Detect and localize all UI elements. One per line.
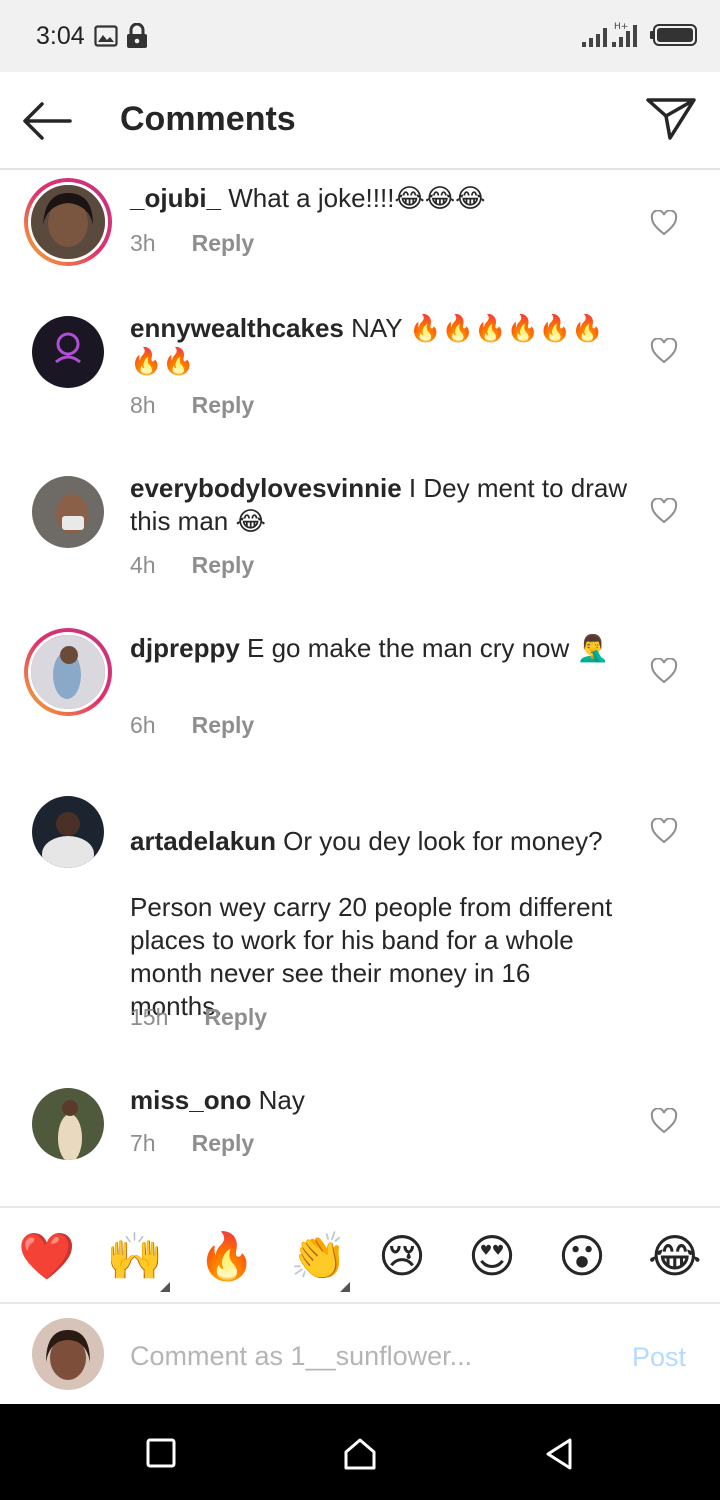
comment-text: miss_ono Nay	[130, 1084, 630, 1117]
emoji-clapping-hands[interactable]: 👏	[290, 1230, 347, 1282]
skin-tone-indicator	[160, 1282, 170, 1292]
comment-username[interactable]: miss_ono	[130, 1085, 251, 1115]
home-icon[interactable]	[340, 1434, 380, 1474]
comment-time: 15h	[130, 1004, 169, 1030]
like-heart-icon[interactable]	[650, 210, 678, 236]
avatar[interactable]	[32, 1088, 104, 1160]
page-title: Comments	[120, 100, 296, 138]
comment-list[interactable]: _ojubi_ What a joke!!!!😂😂😂 3h Reply ennyw…	[0, 170, 720, 1206]
comment-time: 4h	[130, 552, 156, 578]
skin-tone-indicator	[340, 1282, 350, 1292]
comment-text: ennywealthcakes NAY 🔥🔥🔥🔥🔥🔥🔥🔥	[130, 312, 630, 378]
comment-message: Nay	[251, 1085, 305, 1115]
like-heart-icon[interactable]	[650, 658, 678, 684]
reply-button[interactable]: Reply	[204, 1004, 267, 1030]
comment-text: _ojubi_ What a joke!!!!😂😂😂	[130, 182, 630, 215]
emoji-crying[interactable]: 😢	[378, 1230, 426, 1282]
back-arrow-icon	[23, 102, 72, 140]
my-avatar	[32, 1318, 104, 1390]
emoji-raising-hands[interactable]: 🙌	[106, 1230, 163, 1282]
recents-icon[interactable]	[142, 1434, 182, 1474]
battery-icon	[650, 24, 698, 51]
comment-meta: 8h Reply	[130, 392, 254, 419]
image-icon	[94, 25, 118, 52]
emoji-heart[interactable]: ❤️	[18, 1230, 75, 1282]
emoji-tears-of-joy[interactable]: 😂	[648, 1230, 702, 1282]
emoji-heart-eyes[interactable]: 😍	[468, 1230, 516, 1282]
comment-username[interactable]: _ojubi_	[130, 183, 221, 213]
avatar[interactable]	[24, 628, 112, 716]
comment-input[interactable]	[130, 1334, 600, 1378]
emoji-quick-reply-bar: ❤️ 🙌 🔥 👏 😢 😍 😮 😂	[0, 1206, 720, 1304]
comment-username[interactable]: artadelakun	[130, 826, 276, 856]
share-button[interactable]	[644, 94, 700, 146]
avatar[interactable]	[32, 796, 104, 868]
comment-username[interactable]: ennywealthcakes	[130, 313, 344, 343]
comment-meta: 15h Reply	[130, 1004, 267, 1031]
emoji-surprised[interactable]: 😮	[558, 1230, 606, 1282]
comment-text: artadelakun Or you dey look for money? P…	[130, 792, 630, 1023]
reply-button[interactable]: Reply	[192, 1130, 255, 1156]
comment-message: What a joke!!!!😂😂😂	[221, 183, 486, 213]
status-bar: 3:04 H+	[0, 0, 720, 72]
reply-button[interactable]: Reply	[192, 230, 255, 256]
reply-button[interactable]: Reply	[192, 712, 255, 738]
comment-time: 6h	[130, 712, 156, 738]
like-heart-icon[interactable]	[650, 818, 678, 844]
comment-text: djpreppy E go make the man cry now 🤦‍♂️	[130, 632, 630, 665]
svg-text:H+: H+	[614, 22, 628, 32]
signal-icon: H+	[612, 20, 646, 53]
comment-time: 8h	[130, 392, 156, 418]
like-heart-icon[interactable]	[650, 1108, 678, 1134]
signal-icon	[582, 24, 612, 53]
emoji-fire[interactable]: 🔥	[198, 1230, 255, 1282]
status-time: 3:04	[36, 22, 85, 50]
back-button[interactable]	[18, 96, 78, 146]
comment-username[interactable]: djpreppy	[130, 633, 240, 663]
avatar[interactable]	[24, 178, 112, 266]
comment-username[interactable]: everybodylovesvinnie	[130, 473, 402, 503]
avatar[interactable]	[32, 476, 104, 548]
lock-icon	[126, 22, 148, 54]
comment-time: 3h	[130, 230, 156, 256]
back-nav-icon[interactable]	[540, 1434, 580, 1474]
like-heart-icon[interactable]	[650, 338, 678, 364]
comment-message: E go make the man cry now 🤦‍♂️	[239, 633, 609, 663]
send-icon	[646, 98, 696, 140]
comment-time: 7h	[130, 1130, 156, 1156]
comment-meta: 4h Reply	[130, 552, 254, 579]
like-heart-icon[interactable]	[650, 498, 678, 524]
comment-composer: Post	[0, 1304, 720, 1404]
comment-text: everybodylovesvinnie I Dey ment to draw …	[130, 472, 630, 538]
comment-meta: 3h Reply	[130, 230, 254, 257]
comment-meta: 7h Reply	[130, 1130, 254, 1157]
post-button[interactable]: Post	[632, 1342, 686, 1373]
top-app-bar: Comments	[0, 72, 720, 170]
avatar[interactable]	[32, 316, 104, 388]
comment-meta: 6h Reply	[130, 712, 254, 739]
reply-button[interactable]: Reply	[192, 552, 255, 578]
reply-button[interactable]: Reply	[192, 392, 255, 418]
system-navigation-bar	[0, 1404, 720, 1500]
